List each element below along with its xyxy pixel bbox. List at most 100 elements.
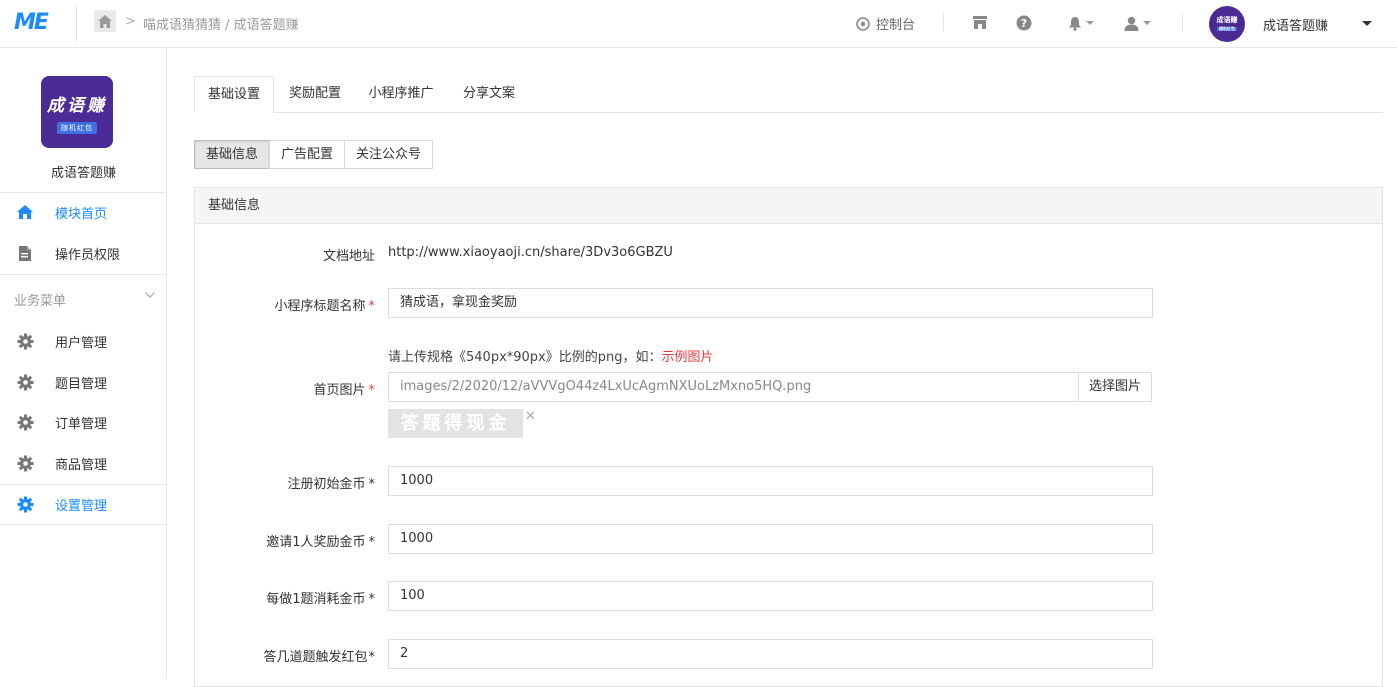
gear-icon: [16, 332, 34, 350]
help-button[interactable]: ?: [1016, 13, 1032, 33]
miniprogram-title-input[interactable]: 猜成语，拿现金奖励: [388, 288, 1153, 318]
gear-icon: [16, 495, 34, 513]
home-icon: [98, 14, 112, 28]
divider: [943, 13, 944, 31]
sidebar: 成语赚 随机红包 成语答题赚 模块首页 操作员权限 业务菜单 用户管理 题目管理: [0, 49, 167, 678]
app-name: 成语答题赚: [50, 166, 116, 181]
required-mark: *: [368, 477, 376, 492]
home-image-path-input[interactable]: images/2/2020/12/aVVVgO44z4LxUcAgmNXUoLz…: [388, 372, 1079, 402]
panel-title: 基础信息: [195, 188, 1382, 224]
app-logo-text: 成语赚: [47, 95, 107, 116]
bell-icon: [1069, 16, 1081, 31]
app-logo: 成语赚 随机红包: [41, 76, 113, 148]
avatar-text: 成语赚: [1216, 15, 1238, 24]
subtab-basic-info[interactable]: 基础信息: [194, 140, 271, 169]
console-link[interactable]: 控制台: [856, 14, 915, 33]
group-title[interactable]: 业务菜单: [14, 290, 66, 309]
console-label: 控制台: [876, 18, 916, 33]
dashboard-icon: [856, 16, 870, 31]
cost-per-question-input[interactable]: 100: [388, 581, 1153, 611]
brand-logo[interactable]: ME: [14, 11, 58, 35]
redpack-trigger-label-text: 答几道题触发红包: [263, 650, 368, 665]
svg-text:?: ?: [1021, 17, 1027, 30]
divider: [0, 524, 167, 525]
avatar-tag: 随机红包: [1217, 25, 1237, 32]
chevron-down-icon: [1143, 21, 1151, 25]
required-mark: *: [368, 592, 376, 607]
divider: [1182, 13, 1183, 31]
miniprogram-title-label: 小程序标题名称 *: [274, 295, 375, 314]
home-image-label-text: 首页图片: [313, 383, 366, 398]
user-icon: [1124, 16, 1139, 31]
subtab-ad-config[interactable]: 广告配置: [269, 140, 346, 169]
redpack-trigger-input[interactable]: 2: [388, 639, 1153, 669]
sidebar-item-question-management[interactable]: 题目管理: [0, 362, 167, 402]
example-image-link[interactable]: 示例图片: [662, 350, 714, 365]
tab-basic-settings[interactable]: 基础设置: [194, 76, 274, 113]
notification-button[interactable]: [1068, 13, 1094, 33]
sub-tabs: 基础信息 广告配置 关注公众号: [194, 140, 434, 169]
select-image-button[interactable]: 选择图片: [1078, 372, 1152, 402]
sidebar-item-label: 用户管理: [55, 336, 108, 351]
tab-share-copy[interactable]: 分享文案: [453, 76, 525, 113]
sidebar-item-settings-management[interactable]: 设置管理: [0, 484, 167, 524]
invite-reward-label-text: 邀请1人奖励金币: [266, 535, 366, 550]
home-image-label: 首页图片 *: [313, 379, 375, 398]
sidebar-item-label: 模块首页: [55, 207, 108, 222]
home-icon: [16, 203, 34, 221]
sidebar-item-module-home[interactable]: 模块首页: [0, 192, 167, 232]
sidebar-item-product-management[interactable]: 商品管理: [0, 443, 167, 483]
app-logo-tag: 随机红包: [57, 121, 97, 134]
user-name[interactable]: 成语答题赚: [1263, 15, 1328, 34]
gear-icon: [16, 413, 34, 431]
required-mark: *: [368, 650, 376, 665]
chevron-down-icon: [1086, 21, 1094, 25]
gear-icon: [16, 454, 34, 472]
gear-icon: [16, 373, 34, 391]
initial-coins-label: 注册初始金币 *: [287, 473, 375, 492]
doc-address-label: 文档地址: [323, 245, 375, 264]
user-menu-caret-icon[interactable]: [1362, 21, 1372, 26]
doc-address-label-text: 文档地址: [322, 249, 375, 264]
invite-reward-input[interactable]: 1000: [388, 524, 1153, 554]
sidebar-item-operator-permissions[interactable]: 操作员权限: [0, 233, 167, 273]
account-button[interactable]: [1124, 13, 1151, 33]
subtab-follow-official-account[interactable]: 关注公众号: [344, 140, 434, 169]
initial-coins-input[interactable]: 1000: [388, 466, 1153, 496]
image-hint-text: 请上传规格《540px*90px》比例的png，如：: [388, 350, 662, 365]
chevron-right-icon: >: [125, 14, 136, 29]
tab-reward-config[interactable]: 奖励配置: [277, 76, 353, 113]
main-tabs: 基础设置 奖励配置 小程序推广 分享文案: [194, 76, 1383, 113]
tab-miniprogram-promotion[interactable]: 小程序推广: [357, 76, 445, 113]
home-image-preview: 答题得现金: [388, 409, 523, 438]
image-hint: 请上传规格《540px*90px》比例的png，如：示例图片: [388, 346, 714, 365]
breadcrumb[interactable]: 喵成语猜猜猜 / 成语答题赚: [143, 14, 299, 33]
sidebar-item-label: 设置管理: [55, 499, 108, 514]
redpack-trigger-label: 答几道题触发红包*: [263, 646, 375, 665]
doc-address-value: http://www.xiaoyaoji.cn/share/3Dv3o6GBZU: [388, 245, 673, 260]
chevron-down-icon[interactable]: [145, 290, 155, 300]
invite-reward-label: 邀请1人奖励金币 *: [266, 531, 375, 550]
cost-per-question-label-text: 每做1题消耗金币: [266, 592, 366, 607]
remove-image-icon[interactable]: ✕: [525, 409, 536, 424]
home-button[interactable]: [94, 10, 116, 32]
sidebar-item-user-management[interactable]: 用户管理: [0, 321, 167, 361]
store-icon: [973, 16, 987, 29]
initial-coins-label-text: 注册初始金币: [287, 477, 366, 492]
logo-divider: [76, 6, 77, 42]
sidebar-item-label: 商品管理: [55, 458, 108, 473]
required-mark: *: [368, 535, 376, 550]
divider: [0, 274, 167, 275]
sidebar-item-label: 题目管理: [55, 377, 108, 392]
required-mark: *: [368, 383, 376, 398]
store-button[interactable]: [972, 13, 988, 33]
top-bar: ME > 喵成语猜猜猜 / 成语答题赚 控制台 ? 成语赚 随机红包 成语答题赚: [0, 0, 1397, 48]
document-icon: [16, 244, 34, 262]
cost-per-question-label: 每做1题消耗金币 *: [266, 588, 375, 607]
miniprogram-title-label-text: 小程序标题名称: [274, 299, 366, 314]
help-icon: ?: [1016, 15, 1032, 31]
sidebar-item-order-management[interactable]: 订单管理: [0, 402, 167, 442]
sidebar-item-label: 订单管理: [55, 417, 108, 432]
avatar[interactable]: 成语赚 随机红包: [1209, 6, 1245, 42]
sidebar-item-label: 操作员权限: [55, 248, 121, 263]
